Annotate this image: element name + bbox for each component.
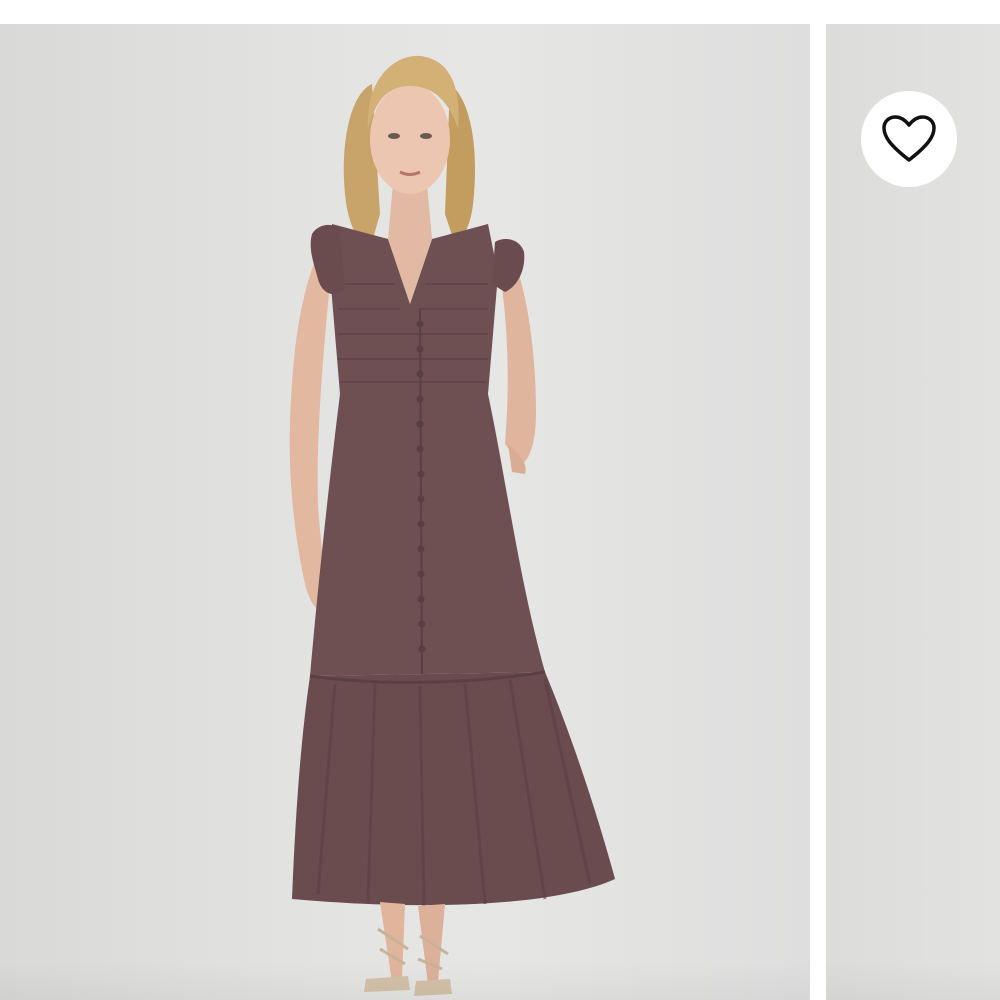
- floor-shadow: [0, 960, 810, 1000]
- heart-outline-icon: [882, 115, 936, 162]
- product-image-carousel[interactable]: [0, 24, 1000, 1000]
- product-page: [0, 0, 1000, 1000]
- floor-shadow: [826, 960, 1000, 1000]
- model-photo: [289, 55, 615, 996]
- favorite-button[interactable]: [861, 91, 957, 187]
- product-image-main[interactable]: [0, 24, 810, 1000]
